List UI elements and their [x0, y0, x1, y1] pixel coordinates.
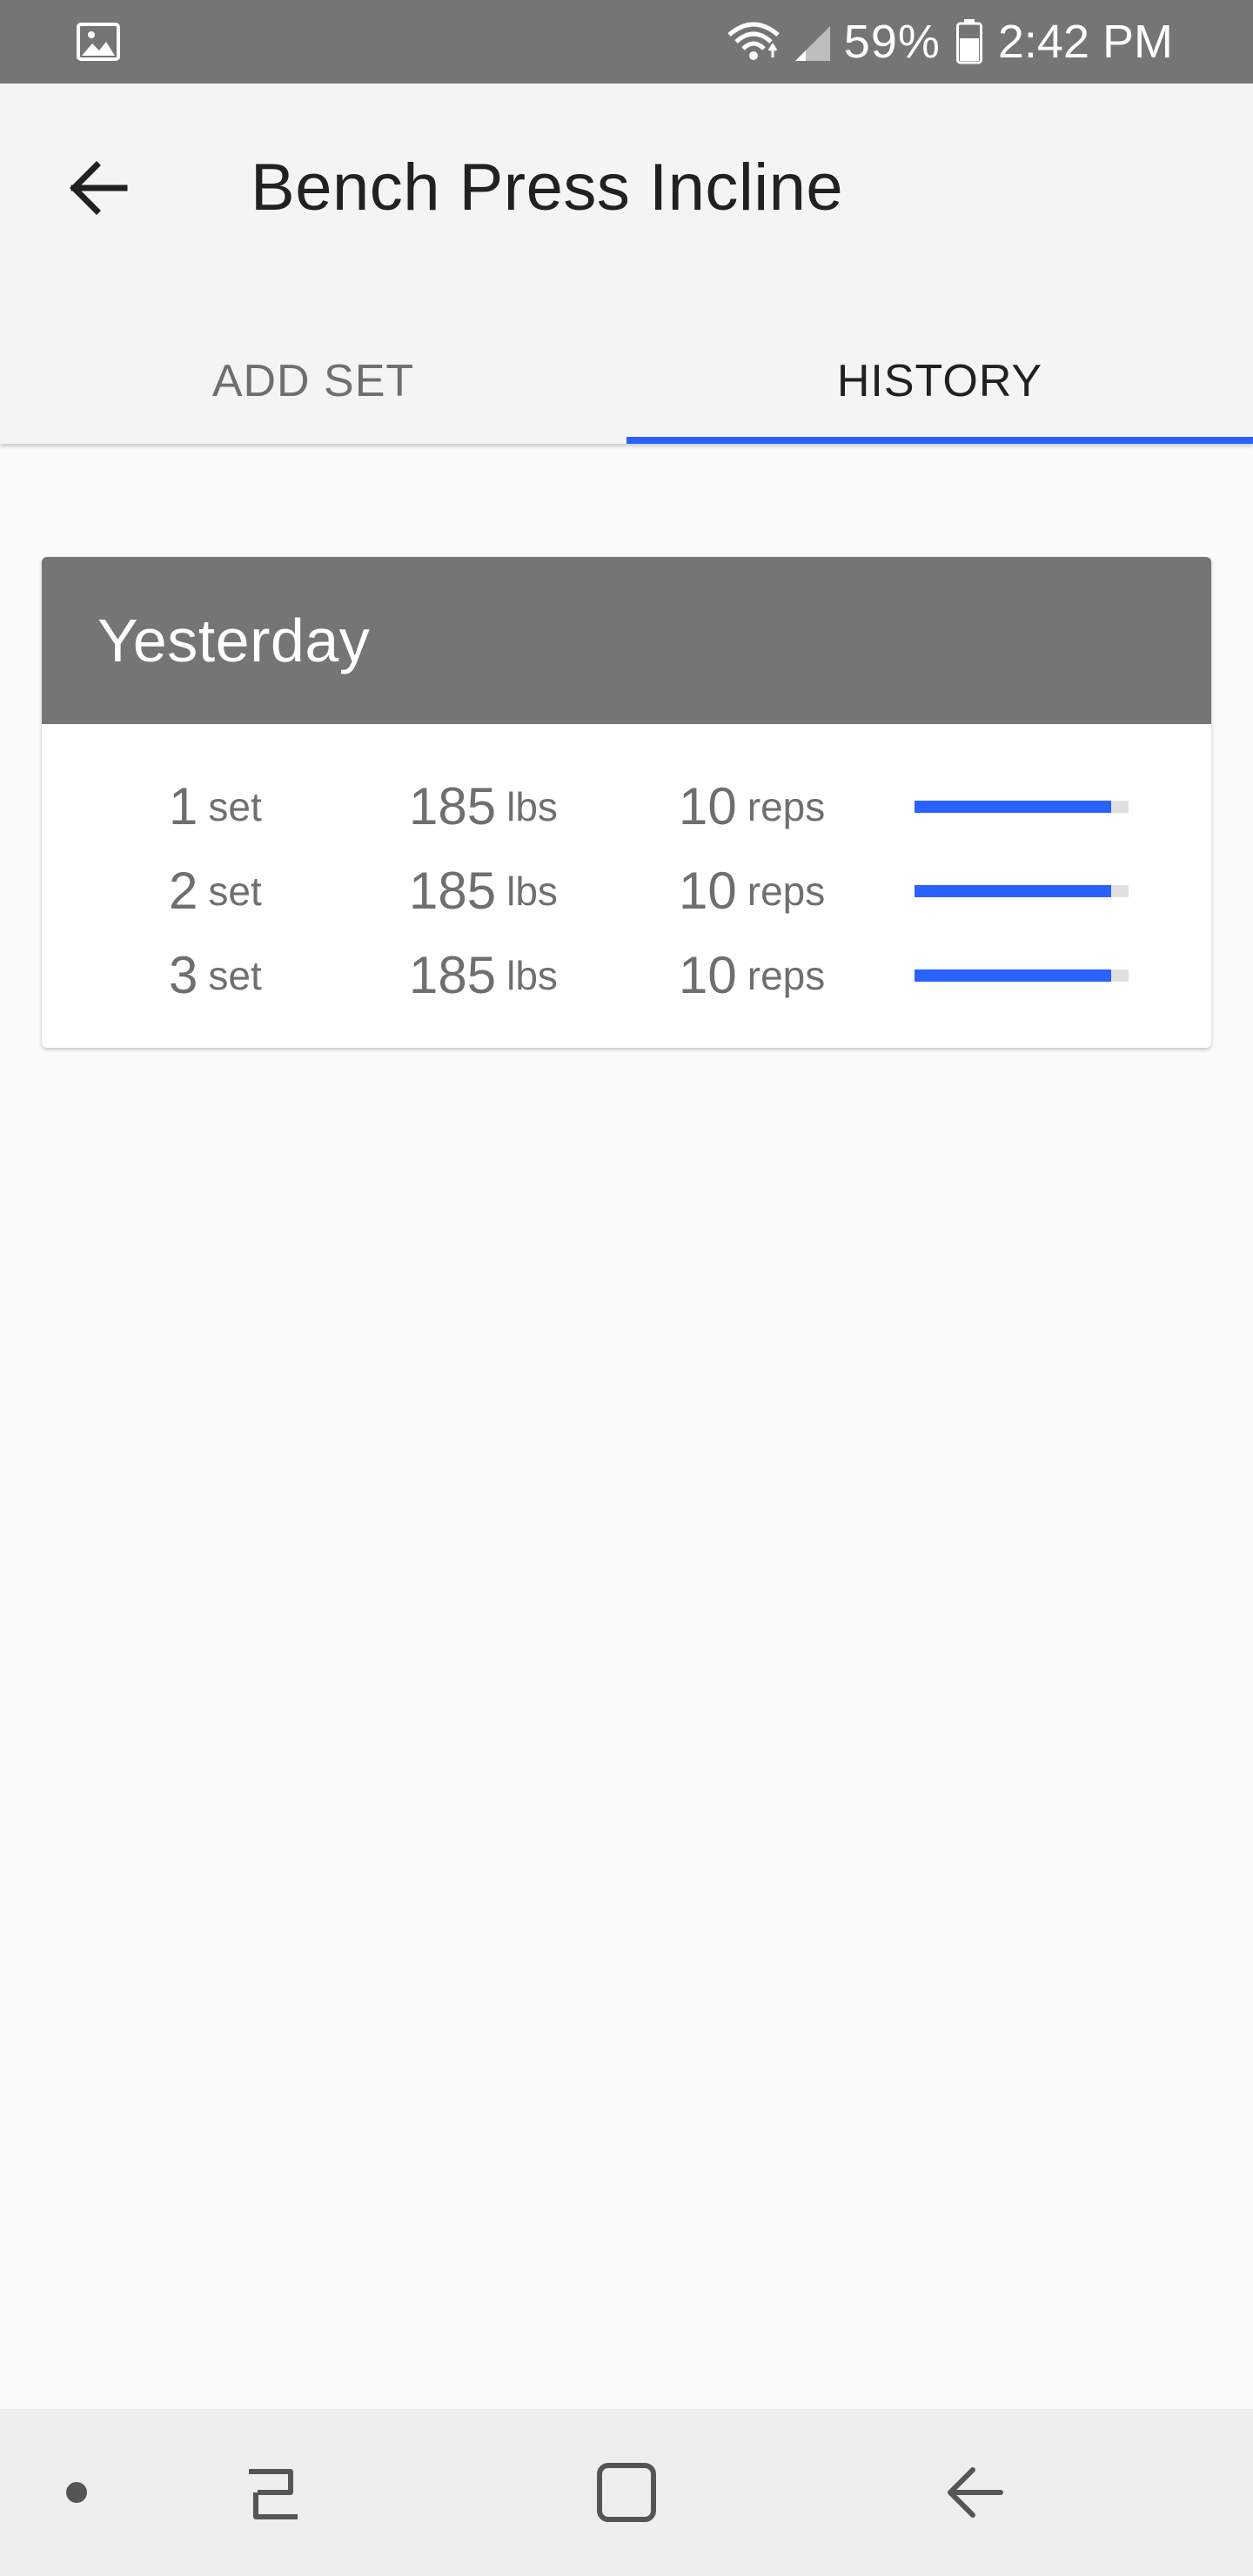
- reps-value: 10: [679, 862, 737, 920]
- set-progress-bar: [915, 969, 1129, 982]
- reps-unit: reps: [747, 783, 826, 829]
- date-label: Yesterday: [97, 607, 371, 674]
- set-weight: 185 lbs: [409, 933, 558, 1017]
- set-row: 2 set 185 lbs 10 reps: [42, 849, 1211, 933]
- tab-add-set[interactable]: ADD SET: [0, 319, 626, 444]
- image-icon: [77, 23, 120, 61]
- tab-history[interactable]: HISTORY: [626, 319, 1253, 444]
- set-reps: 10 reps: [679, 849, 825, 933]
- arrow-left-icon: [70, 161, 128, 215]
- weight-unit: lbs: [506, 868, 558, 914]
- set-list: 1 set 185 lbs 10 reps 2 set 185 lbs 10 reps: [42, 724, 1211, 1017]
- recents-icon[interactable]: [238, 2459, 308, 2529]
- set-unit: set: [208, 783, 262, 829]
- weight-unit: lbs: [506, 783, 558, 829]
- set-weight: 185 lbs: [409, 764, 558, 849]
- set-unit: set: [208, 952, 262, 998]
- tab-label: ADD SET: [211, 356, 415, 406]
- progress-fill: [915, 885, 1112, 897]
- wifi-icon: [727, 22, 780, 60]
- battery-percent: 59%: [843, 16, 941, 68]
- reps-unit: reps: [747, 952, 826, 998]
- set-progress-bar: [915, 885, 1129, 897]
- history-card: Yesterday 1 set 185 lbs 10 reps 2 set 185 lbs: [42, 557, 1211, 1048]
- battery-icon: [955, 19, 982, 64]
- set-row: 3 set 185 lbs 10 reps: [42, 933, 1211, 1017]
- tab-bar: ADD SET HISTORY: [0, 319, 1253, 444]
- set-number-value: 2: [169, 862, 198, 920]
- progress-fill: [915, 969, 1112, 982]
- progress-fill: [915, 801, 1112, 813]
- tab-label: HISTORY: [836, 356, 1043, 406]
- weight-unit: lbs: [506, 952, 558, 998]
- set-weight: 185 lbs: [409, 849, 558, 933]
- set-number-value: 1: [169, 777, 198, 835]
- set-number: 1 set: [169, 764, 262, 849]
- app-bar: Bench Press Incline ADD SET HISTORY: [0, 84, 1253, 444]
- set-reps: 10 reps: [679, 933, 825, 1017]
- set-number: 3 set: [169, 933, 262, 1017]
- set-row: 1 set 185 lbs 10 reps: [42, 764, 1211, 849]
- set-unit: set: [208, 868, 262, 914]
- active-tab-indicator: [626, 437, 1253, 444]
- clock: 2:42 PM: [997, 16, 1173, 68]
- weight-value: 185: [409, 777, 497, 835]
- set-number-value: 3: [169, 946, 198, 1004]
- back-icon[interactable]: [940, 2458, 1009, 2527]
- system-nav-bar: [0, 2409, 1253, 2576]
- reps-value: 10: [679, 777, 737, 835]
- page-title: Bench Press Incline: [251, 151, 844, 225]
- reps-value: 10: [679, 946, 737, 1004]
- status-bar: 59% 2:42 PM: [0, 0, 1253, 84]
- back-button[interactable]: [54, 144, 141, 231]
- set-number: 2 set: [169, 849, 262, 933]
- signal-icon: [794, 26, 830, 61]
- home-icon[interactable]: [592, 2458, 661, 2527]
- weight-value: 185: [409, 946, 497, 1004]
- set-progress-bar: [915, 801, 1129, 813]
- reps-unit: reps: [747, 868, 826, 914]
- card-header: Yesterday: [42, 557, 1211, 724]
- set-reps: 10 reps: [679, 764, 825, 849]
- weight-value: 185: [409, 862, 497, 920]
- dot-icon[interactable]: [66, 2482, 87, 2503]
